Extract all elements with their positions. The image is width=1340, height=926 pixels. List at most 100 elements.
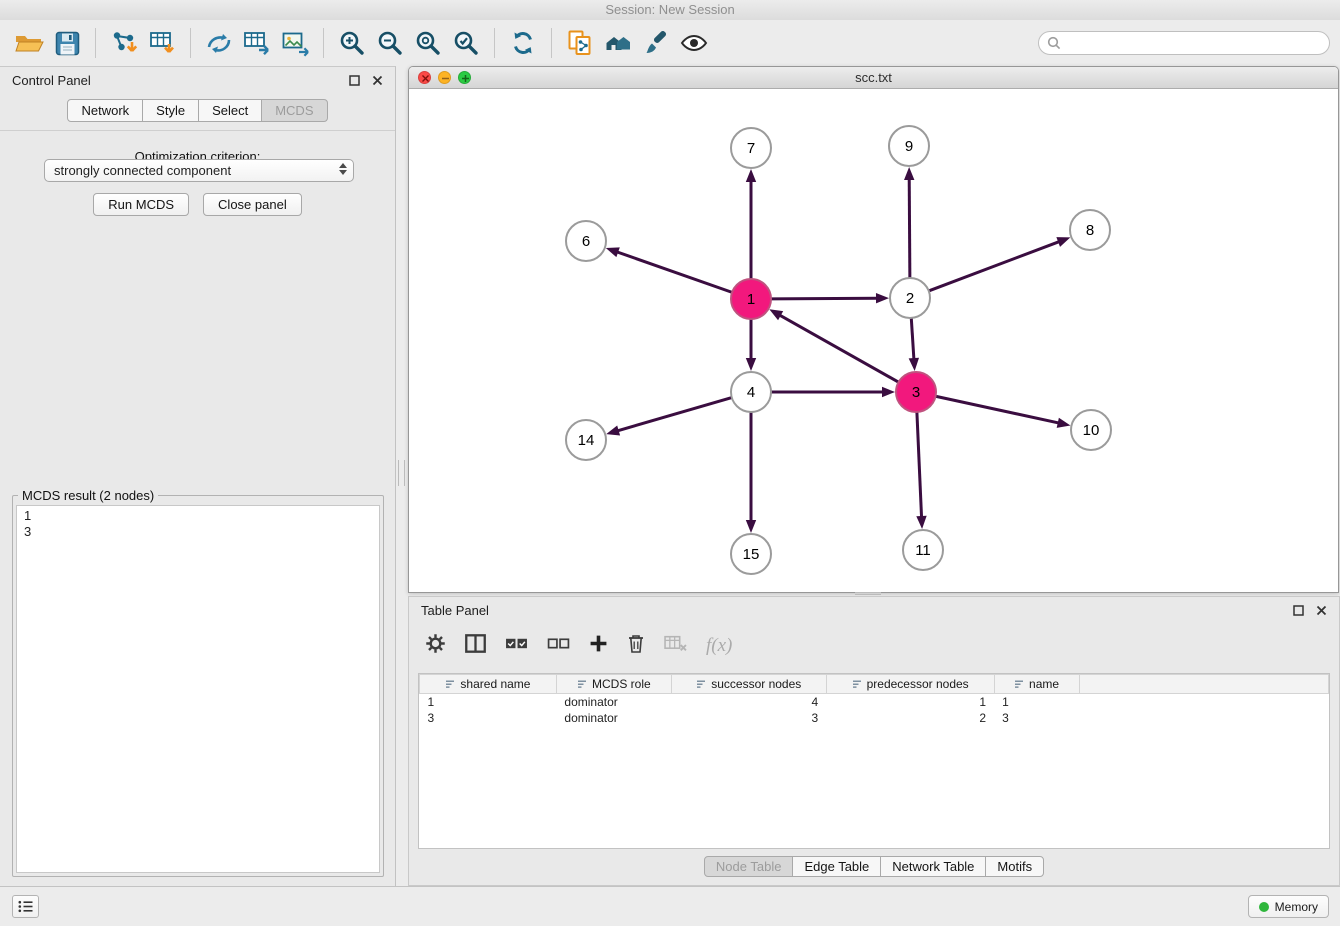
table-cell[interactable]: 2	[826, 710, 994, 726]
network-window-titlebar[interactable]: scc.txt	[409, 67, 1338, 89]
home-layout-button[interactable]	[599, 24, 637, 62]
table-cell[interactable]: dominator	[556, 694, 671, 710]
zoom-in-button[interactable]	[333, 24, 371, 62]
zoom-fit-button[interactable]	[409, 24, 447, 62]
gear-icon	[425, 633, 446, 654]
export-network-button[interactable]	[200, 24, 238, 62]
table-cell[interactable]: 3	[671, 710, 826, 726]
graph-edge-2-9[interactable]	[909, 178, 910, 278]
graph-edge-4-14[interactable]	[617, 398, 732, 431]
node-table[interactable]: shared nameMCDS rolesuccessor nodesprede…	[418, 673, 1330, 849]
table-cell[interactable]: 1	[994, 694, 1079, 710]
tab-edge-table[interactable]: Edge Table	[792, 856, 881, 877]
graph-edge-arrow	[916, 516, 926, 529]
apply-style-button[interactable]	[637, 24, 675, 62]
table-row[interactable]: 1dominator411	[420, 694, 1329, 710]
zoom-window-icon[interactable]	[458, 71, 471, 84]
column-header-predecessor-nodes[interactable]: predecessor nodes	[826, 675, 994, 694]
import-table-button[interactable]	[143, 24, 181, 62]
tab-node-table[interactable]: Node Table	[704, 856, 794, 877]
table-header-row: shared nameMCDS rolesuccessor nodesprede…	[420, 675, 1329, 694]
graph-edge-2-8[interactable]	[929, 241, 1060, 291]
table-cell[interactable]: 3	[994, 710, 1079, 726]
table-cell[interactable]: 4	[671, 694, 826, 710]
show-columns-button[interactable]	[465, 634, 486, 658]
close-window-icon[interactable]	[418, 71, 431, 84]
graph-edge-3-11[interactable]	[917, 412, 922, 518]
tab-network-table[interactable]: Network Table	[880, 856, 986, 877]
graph-edge-2-3[interactable]	[911, 318, 914, 360]
network-window: scc.txt 7968124314101511	[408, 66, 1339, 593]
delete-column-button[interactable]	[627, 633, 645, 659]
session-title: Session: New Session	[605, 2, 734, 17]
save-session-button[interactable]	[48, 24, 86, 62]
show-hide-graphics-button[interactable]	[675, 24, 713, 62]
graph-edge-arrow	[876, 293, 889, 303]
copy-network-icon	[566, 29, 594, 57]
refresh-view-button[interactable]	[504, 24, 542, 62]
plus-icon	[589, 634, 608, 653]
graph-node-label: 2	[906, 290, 914, 307]
table-cell[interactable]: 3	[420, 710, 557, 726]
copy-network-button[interactable]	[561, 24, 599, 62]
columns-icon	[465, 634, 486, 653]
select-all-button[interactable]	[505, 637, 528, 656]
tab-motifs[interactable]: Motifs	[985, 856, 1044, 877]
open-session-button[interactable]	[10, 24, 48, 62]
table-row[interactable]: 3dominator323	[420, 710, 1329, 726]
export-image-button[interactable]	[276, 24, 314, 62]
task-history-button[interactable]	[12, 895, 39, 918]
table-cell[interactable]: 1	[826, 694, 994, 710]
tab-style[interactable]: Style	[142, 99, 199, 122]
status-bar: Memory	[0, 886, 1340, 926]
search-icon	[1047, 36, 1061, 50]
toolbar-separator	[190, 28, 191, 58]
network-graph[interactable]: 7968124314101511	[409, 90, 1338, 593]
zoom-in-icon	[338, 29, 366, 57]
zoom-out-button[interactable]	[371, 24, 409, 62]
export-table-button[interactable]	[238, 24, 276, 62]
search-field[interactable]	[1038, 31, 1330, 55]
tab-select[interactable]: Select	[198, 99, 262, 122]
export-table-icon	[243, 29, 271, 57]
column-header-shared-name[interactable]: shared name	[420, 675, 557, 694]
graph-edge-3-10[interactable]	[936, 396, 1060, 423]
horizontal-splitter-handle[interactable]	[855, 592, 881, 595]
sort-icon	[852, 678, 862, 692]
column-header-MCDS-role[interactable]: MCDS role	[556, 675, 671, 694]
import-network-button[interactable]	[105, 24, 143, 62]
tab-mcds[interactable]: MCDS	[261, 99, 327, 122]
vertical-splitter-handle[interactable]	[398, 460, 405, 486]
float-panel-icon[interactable]	[348, 74, 360, 86]
memory-button[interactable]: Memory	[1248, 895, 1329, 918]
graph-edge-1-6[interactable]	[616, 252, 732, 293]
column-header-name[interactable]: name	[994, 675, 1079, 694]
network-canvas[interactable]: 7968124314101511	[409, 90, 1338, 592]
function-builder-button[interactable]: f(x)	[706, 635, 732, 657]
graph-edge-arrow	[769, 309, 783, 320]
search-input[interactable]	[1066, 36, 1321, 51]
column-header-successor-nodes[interactable]: successor nodes	[671, 675, 826, 694]
table-cell[interactable]: 1	[420, 694, 557, 710]
list-icon	[18, 900, 33, 913]
zoom-selected-button[interactable]	[447, 24, 485, 62]
close-panel-button[interactable]: Close panel	[203, 193, 302, 216]
close-panel-icon[interactable]	[371, 74, 383, 86]
tab-network[interactable]: Network	[67, 99, 143, 122]
mcds-result-text[interactable]: 1 3	[16, 505, 380, 873]
graph-edge-1-2[interactable]	[771, 298, 878, 299]
add-column-button[interactable]	[589, 634, 608, 658]
graph-edge-3-1[interactable]	[779, 315, 899, 382]
graph-edge-arrow	[746, 169, 756, 182]
deselect-all-button[interactable]	[547, 637, 570, 656]
minimize-window-icon[interactable]	[438, 71, 451, 84]
float-panel-icon[interactable]	[1292, 604, 1304, 616]
table-cell[interactable]: dominator	[556, 710, 671, 726]
memory-status-icon	[1259, 902, 1269, 912]
run-mcds-button[interactable]: Run MCDS	[93, 193, 189, 216]
criterion-dropdown[interactable]: strongly connected component	[44, 159, 354, 182]
refresh-icon	[509, 29, 537, 57]
close-panel-icon[interactable]	[1315, 604, 1327, 616]
table-settings-button[interactable]	[425, 633, 446, 659]
delete-table-button[interactable]	[664, 635, 687, 657]
